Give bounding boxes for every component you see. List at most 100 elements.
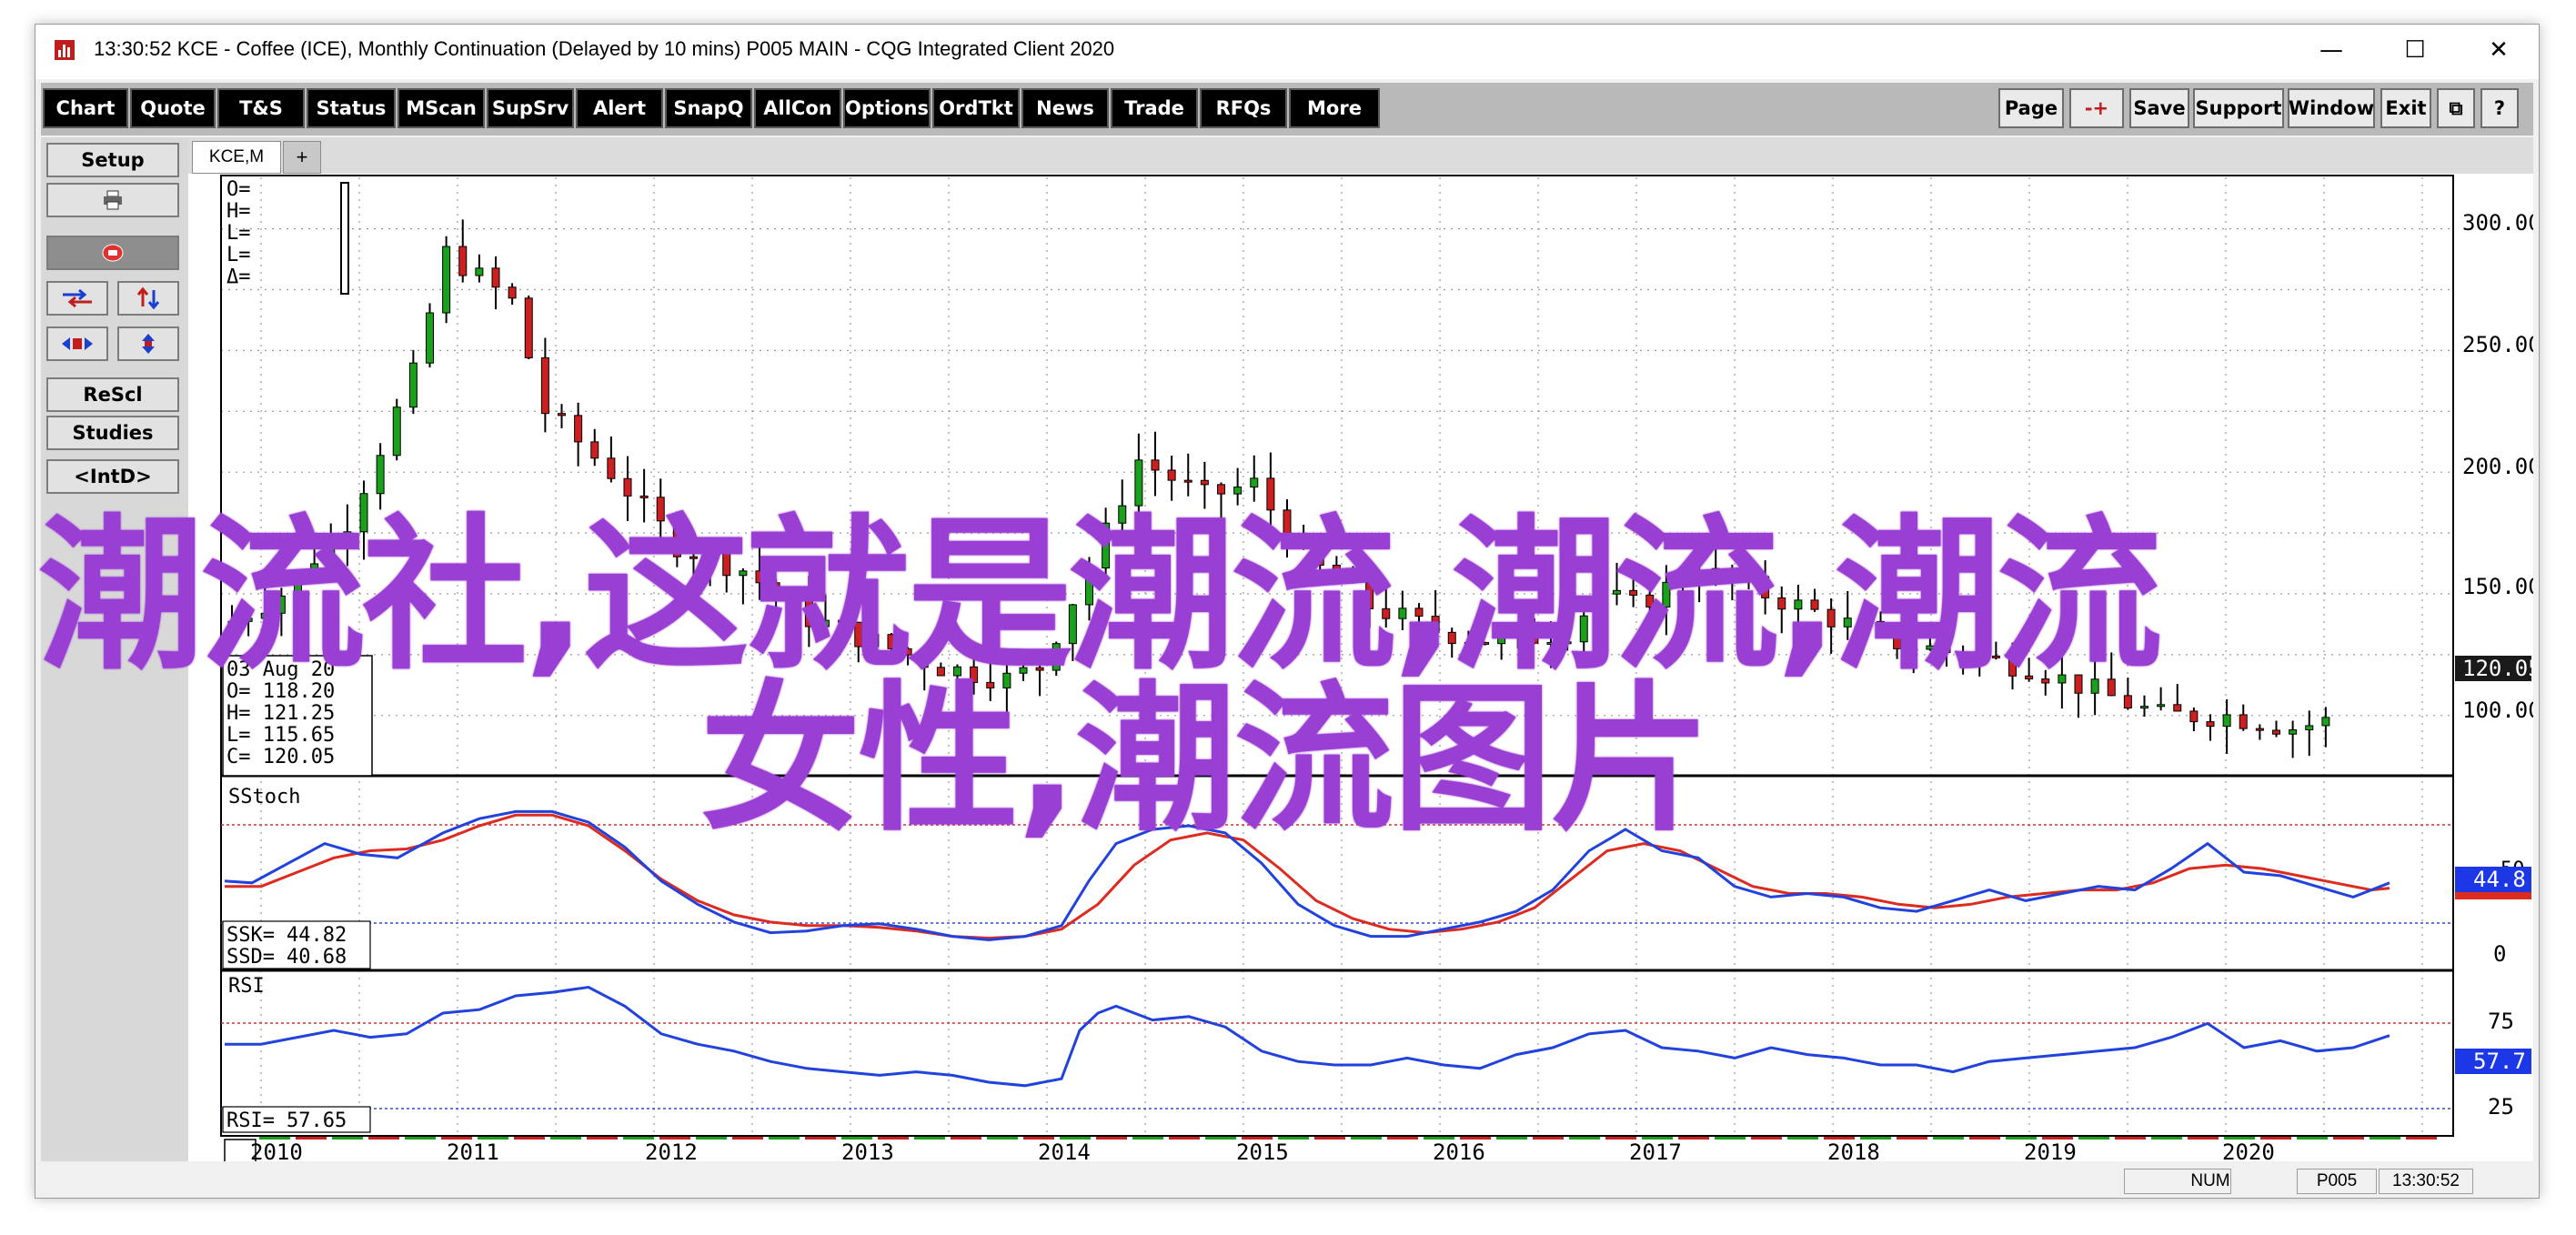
candle-up xyxy=(408,362,418,408)
candle-up xyxy=(426,312,434,364)
year-strip-segment xyxy=(2115,1137,2146,1140)
candle-down xyxy=(491,267,500,288)
stoch-tick-0: 0 xyxy=(2493,941,2506,967)
candle-down xyxy=(524,297,533,358)
exit-button[interactable]: Exit xyxy=(2380,88,2431,128)
candle-down xyxy=(540,356,549,415)
help-icon[interactable]: ? xyxy=(2480,88,2519,128)
add-tab-button[interactable]: + xyxy=(283,141,321,174)
candle-down xyxy=(2173,704,2182,712)
year-strip-segment xyxy=(1096,1137,1127,1140)
year-strip-segment xyxy=(1496,1137,1527,1140)
mscan-button[interactable]: MScan xyxy=(397,88,485,128)
ordtkt-button[interactable]: OrdTkt xyxy=(932,88,1020,128)
ssk-label: SSK= xyxy=(226,924,275,947)
studies-button[interactable]: Studies xyxy=(46,416,179,450)
year-strip-segment xyxy=(550,1137,581,1140)
ohlc-low: L= 115.65 xyxy=(226,724,335,747)
candle-down xyxy=(558,413,566,417)
arrows-left-right-icon xyxy=(63,288,92,308)
page-button[interactable]: Page xyxy=(1998,88,2064,128)
zoom-horizontal-icon xyxy=(62,337,93,350)
print-button[interactable] xyxy=(46,183,179,217)
status-button[interactable]: Status xyxy=(307,88,396,128)
alert-button[interactable]: Alert xyxy=(576,88,663,128)
save-button[interactable]: Save xyxy=(2129,88,2189,128)
record-button[interactable] xyxy=(46,236,179,270)
last-price-value: 120.05 xyxy=(2462,656,2533,681)
crosshair-info-box: O= H= L= L= Δ= xyxy=(223,178,349,295)
restore-icon[interactable]: ⧉ xyxy=(2437,88,2475,128)
candle-up xyxy=(392,407,401,457)
more-button[interactable]: More xyxy=(1289,88,1380,128)
year-strip-segment xyxy=(2406,1137,2437,1140)
support-button[interactable]: Support xyxy=(2193,88,2284,128)
options-button[interactable]: Options xyxy=(843,88,931,128)
year-strip-segment xyxy=(732,1137,763,1140)
year-strip-segment xyxy=(1897,1137,1927,1140)
zoom-horizontal-button[interactable] xyxy=(46,326,108,361)
window-title: 13:30:52 KCE - Coffee (ICE), Monthly Con… xyxy=(94,37,1115,60)
year-strip-segment xyxy=(2333,1137,2364,1140)
year-strip-segment xyxy=(1387,1137,1418,1140)
rsi-labels: RSI RSI= 57.65 75 50 57.7 25 xyxy=(222,975,2531,1133)
year-strip-segment xyxy=(696,1137,727,1140)
year-strip-segment xyxy=(1205,1137,1236,1140)
candle-up xyxy=(2157,704,2166,708)
num-lock-indicator: NUM xyxy=(2190,1171,2230,1190)
zoom-vertical-button[interactable] xyxy=(117,326,179,361)
price-tick-200: 200.00 xyxy=(2462,454,2533,479)
hover-last: L= xyxy=(226,244,251,266)
candle-down xyxy=(2206,721,2215,728)
scroll-up-down-button[interactable] xyxy=(117,281,179,316)
year-strip-segment xyxy=(1715,1137,1746,1140)
ssk-last-value: 44.8 xyxy=(2473,867,2526,892)
year-strip-segment xyxy=(1569,1137,1600,1140)
window-button[interactable]: Window xyxy=(2288,88,2375,128)
price-tick-150: 150.00 xyxy=(2462,574,2533,599)
price-axis: 300.00 250.00 200.00 150.00 100.00 120.0… xyxy=(2455,210,2541,723)
year-strip-segment xyxy=(987,1137,1018,1140)
maximize-button[interactable]: ☐ xyxy=(2373,25,2457,75)
candle-down xyxy=(590,441,599,459)
candle-up xyxy=(2289,729,2298,735)
year-color-strip xyxy=(259,1137,2437,1140)
tab-kce-monthly[interactable]: KCE,M xyxy=(192,141,281,174)
year-strip-segment xyxy=(1132,1137,1163,1140)
main-toolbar: Chart Quote T&S Status MScan SupSrv Aler… xyxy=(41,83,2533,136)
candle-down xyxy=(2189,710,2199,723)
year-strip-segment xyxy=(2151,1137,2182,1140)
candle-up xyxy=(475,267,484,276)
year-strip-segment xyxy=(368,1137,399,1140)
year-strip-segment xyxy=(587,1137,618,1140)
supsrv-button[interactable]: SupSrv xyxy=(487,88,574,128)
setup-button[interactable]: Setup xyxy=(46,143,179,177)
close-button[interactable]: ✕ xyxy=(2457,25,2541,75)
record-icon xyxy=(102,244,124,262)
rfqs-button[interactable]: RFQs xyxy=(1200,88,1287,128)
minimize-button[interactable]: — xyxy=(2289,25,2373,75)
year-strip-segment xyxy=(2370,1137,2400,1140)
rsi-title: RSI xyxy=(228,975,265,998)
time-and-sales-button[interactable]: T&S xyxy=(217,88,305,128)
overlay-text-line2: 女性,潮流图片 xyxy=(700,667,1711,853)
rescale-button[interactable]: ReScl xyxy=(46,377,179,412)
arrows-up-down-icon xyxy=(136,286,160,310)
chart-button[interactable]: Chart xyxy=(43,88,128,128)
allcon-button[interactable]: AllCon xyxy=(754,88,841,128)
year-strip-segment xyxy=(1169,1137,1200,1140)
hover-delta: Δ= xyxy=(226,266,251,288)
trade-button[interactable]: Trade xyxy=(1111,88,1198,128)
year-strip-segment xyxy=(2188,1137,2219,1140)
quote-button[interactable]: Quote xyxy=(130,88,216,128)
snapq-button[interactable]: SnapQ xyxy=(665,88,752,128)
candle-up xyxy=(2140,706,2148,709)
year-strip-segment xyxy=(1787,1137,1818,1140)
printer-icon xyxy=(104,190,122,210)
candle-down xyxy=(458,246,468,276)
page-adjust-button[interactable]: -+ xyxy=(2069,88,2124,128)
news-button[interactable]: News xyxy=(1021,88,1109,128)
price-tick-300: 300.00 xyxy=(2462,210,2533,236)
scroll-left-button[interactable] xyxy=(46,281,108,316)
chart-tab-strip: KCE,M + xyxy=(188,137,2533,174)
